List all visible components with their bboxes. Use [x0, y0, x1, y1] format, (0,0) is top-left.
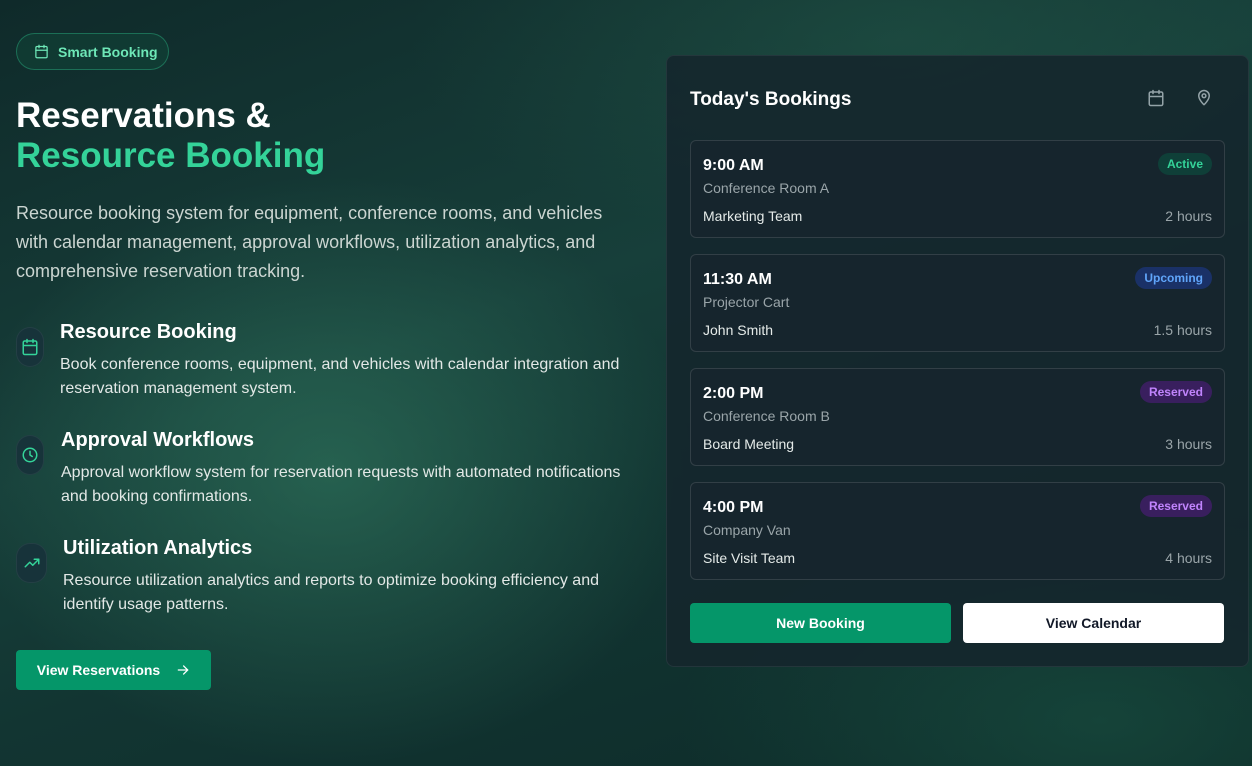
feature-title: Approval Workflows	[61, 429, 254, 451]
booking-duration: 2 hours	[1165, 208, 1212, 224]
status-badge: Reserved	[1139, 495, 1212, 517]
booking-resource: Conference Room B	[703, 408, 830, 424]
feature-title: Utilization Analytics	[63, 537, 253, 559]
feature-title: Resource Booking	[60, 321, 237, 343]
title-line-1: Reservations &	[16, 96, 271, 135]
booking-resource: Projector Cart	[703, 294, 790, 310]
new-booking-button[interactable]: New Booking	[690, 603, 951, 643]
booking-time: 11:30 AM	[703, 271, 772, 288]
feature-description: Resource utilization analytics and repor…	[63, 572, 599, 613]
booking-time: 9:00 AM	[703, 157, 764, 174]
booking-owner: Marketing Team	[703, 208, 803, 224]
booking-duration: 1.5 hours	[1153, 322, 1212, 338]
panel-title: Today's Bookings	[690, 89, 852, 110]
booking-card[interactable]: 4:00 PM Company Van Site Visit Team 4 ho…	[690, 482, 1225, 580]
hero-description: Resource booking system for equipment, c…	[16, 203, 603, 281]
trending-up-icon	[16, 543, 47, 583]
booking-resource: Company Van	[703, 522, 791, 538]
view-reservations-button[interactable]: View Reservations	[16, 650, 211, 690]
feature-description: Approval workflow system for reservation…	[61, 464, 621, 505]
booking-time: 2:00 PM	[703, 385, 764, 402]
calendar-icon	[35, 44, 48, 59]
smart-booking-pill: Smart Booking	[16, 33, 169, 70]
booking-owner: John Smith	[703, 322, 774, 338]
booking-owner: Site Visit Team	[703, 550, 796, 566]
feature-description: Book conference rooms, equipment, and ve…	[60, 356, 620, 397]
booking-duration: 4 hours	[1165, 550, 1212, 566]
map-pin-icon[interactable]	[1195, 89, 1213, 107]
booking-owner: Board Meeting	[703, 436, 795, 452]
booking-duration: 3 hours	[1165, 436, 1212, 452]
status-badge: Reserved	[1139, 381, 1212, 403]
title-line-2: Resource Booking	[16, 136, 326, 175]
status-badge: Upcoming	[1135, 267, 1212, 289]
booking-card[interactable]: 2:00 PM Conference Room B Board Meeting …	[690, 368, 1225, 466]
status-badge: Active	[1157, 153, 1212, 175]
booking-card[interactable]: 11:30 AM Projector Cart John Smith 1.5 h…	[690, 254, 1225, 352]
page-title: Reservations & Resource Booking	[16, 96, 325, 176]
booking-card[interactable]: 9:00 AM Conference Room A Marketing Team…	[690, 140, 1225, 238]
pill-label: Smart Booking	[58, 43, 158, 60]
arrow-right-icon	[177, 665, 189, 675]
view-calendar-button[interactable]: View Calendar	[963, 603, 1224, 643]
todays-bookings-panel: Today's Bookings 9:00 AM Conference Room…	[666, 55, 1249, 667]
booking-time: 4:00 PM	[703, 499, 764, 516]
view-reservations-label: View Reservations	[36, 662, 161, 678]
booking-resource: Conference Room A	[703, 180, 830, 196]
calendar-icon[interactable]	[1147, 89, 1165, 107]
clock-icon	[16, 435, 44, 475]
calendar-icon	[16, 327, 44, 367]
